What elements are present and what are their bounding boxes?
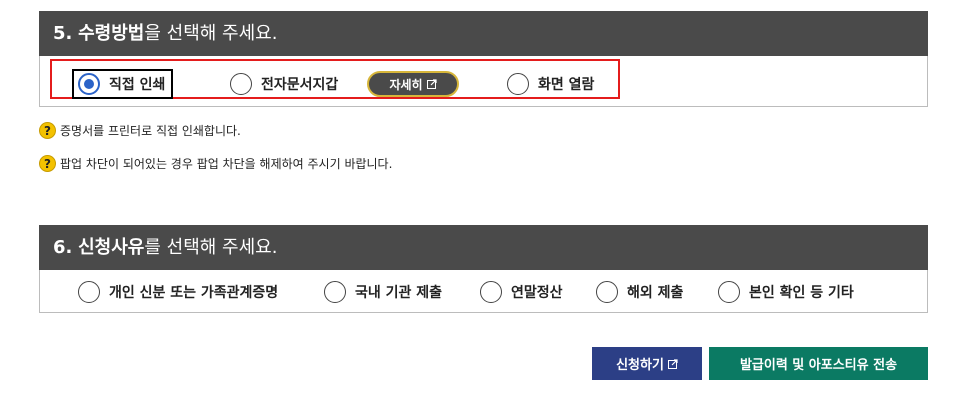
section-title-rest: 을 선택해 주세요. [144,23,278,44]
radio-icon[interactable] [324,281,346,303]
external-link-icon [426,79,437,89]
radio-icon[interactable] [230,73,252,95]
radio-icon[interactable] [480,281,502,303]
external-link-icon [667,358,678,369]
radio-option-family-cert[interactable]: 개인 신분 또는 가족관계증명 [78,278,278,306]
help-note-text: 증명서를 프린터로 직접 인쇄합니다. [60,124,241,138]
radio-icon[interactable] [507,73,529,95]
section-title-bold: 신청사유 [78,237,145,258]
radio-option-screen-view[interactable]: 화면 열람 [507,70,594,98]
radio-option-overseas[interactable]: 해외 제출 [596,278,683,306]
radio-label: 본인 확인 등 기타 [749,285,854,301]
radio-label: 해외 제출 [627,285,684,301]
apply-button[interactable]: 신청하기 [592,347,702,380]
apply-button-label: 신청하기 [616,358,664,373]
radio-label: 개인 신분 또는 가족관계증명 [109,285,279,301]
radio-option-year-end-tax[interactable]: 연말정산 [480,278,563,306]
detail-button[interactable]: 자세히 [367,71,459,97]
radio-option-domestic[interactable]: 국내 기관 제출 [324,278,442,306]
radio-label: 국내 기관 제출 [355,285,443,301]
radio-icon[interactable] [718,281,740,303]
send-button-label: 발급이력 및 아포스티유 전송 [739,358,898,373]
question-icon: ? [39,155,56,172]
radio-icon[interactable] [596,281,618,303]
section-header: 6. 신청사유를 선택해 주세요. [39,225,928,270]
help-note: ? 증명서를 프린터로 직접 인쇄합니다. [39,122,241,139]
section-receive-method: 5. 수령방법을 선택해 주세요. 직접 인쇄 전자문서지갑 자세히 화면 열람 [39,11,928,107]
radio-option-direct-print[interactable]: 직접 인쇄 [72,69,174,99]
section-application-reason: 6. 신청사유를 선택해 주세요. 개인 신분 또는 가족관계증명 국내 기관 … [39,225,928,313]
detail-button-label: 자세히 [389,77,423,92]
radio-label: 전자문서지갑 [261,77,339,93]
question-icon: ? [39,122,56,139]
radio-label: 직접 인쇄 [109,77,166,93]
section-number: 6. [53,237,73,258]
section-body: 직접 인쇄 전자문서지갑 자세히 화면 열람 [39,56,928,107]
section-header: 5. 수령방법을 선택해 주세요. [39,11,928,56]
radio-label: 연말정산 [511,285,563,301]
help-note: ? 팝업 차단이 되어있는 경우 팝업 차단을 해제하여 주시기 바랍니다. [39,155,392,172]
send-apostille-button[interactable]: 발급이력 및 아포스티유 전송 [709,347,928,380]
section-title-rest: 를 선택해 주세요. [144,237,278,258]
section-title-bold: 수령방법 [78,23,145,44]
radio-option-other[interactable]: 본인 확인 등 기타 [718,278,854,306]
radio-icon[interactable] [78,281,100,303]
section-number: 5. [53,23,73,44]
section-body: 개인 신분 또는 가족관계증명 국내 기관 제출 연말정산 해외 제출 본인 확… [39,270,928,313]
radio-icon[interactable] [78,73,100,95]
radio-label: 화면 열람 [538,77,595,93]
help-note-text: 팝업 차단이 되어있는 경우 팝업 차단을 해제하여 주시기 바랍니다. [60,157,393,171]
radio-option-e-wallet[interactable]: 전자문서지갑 [230,70,338,98]
